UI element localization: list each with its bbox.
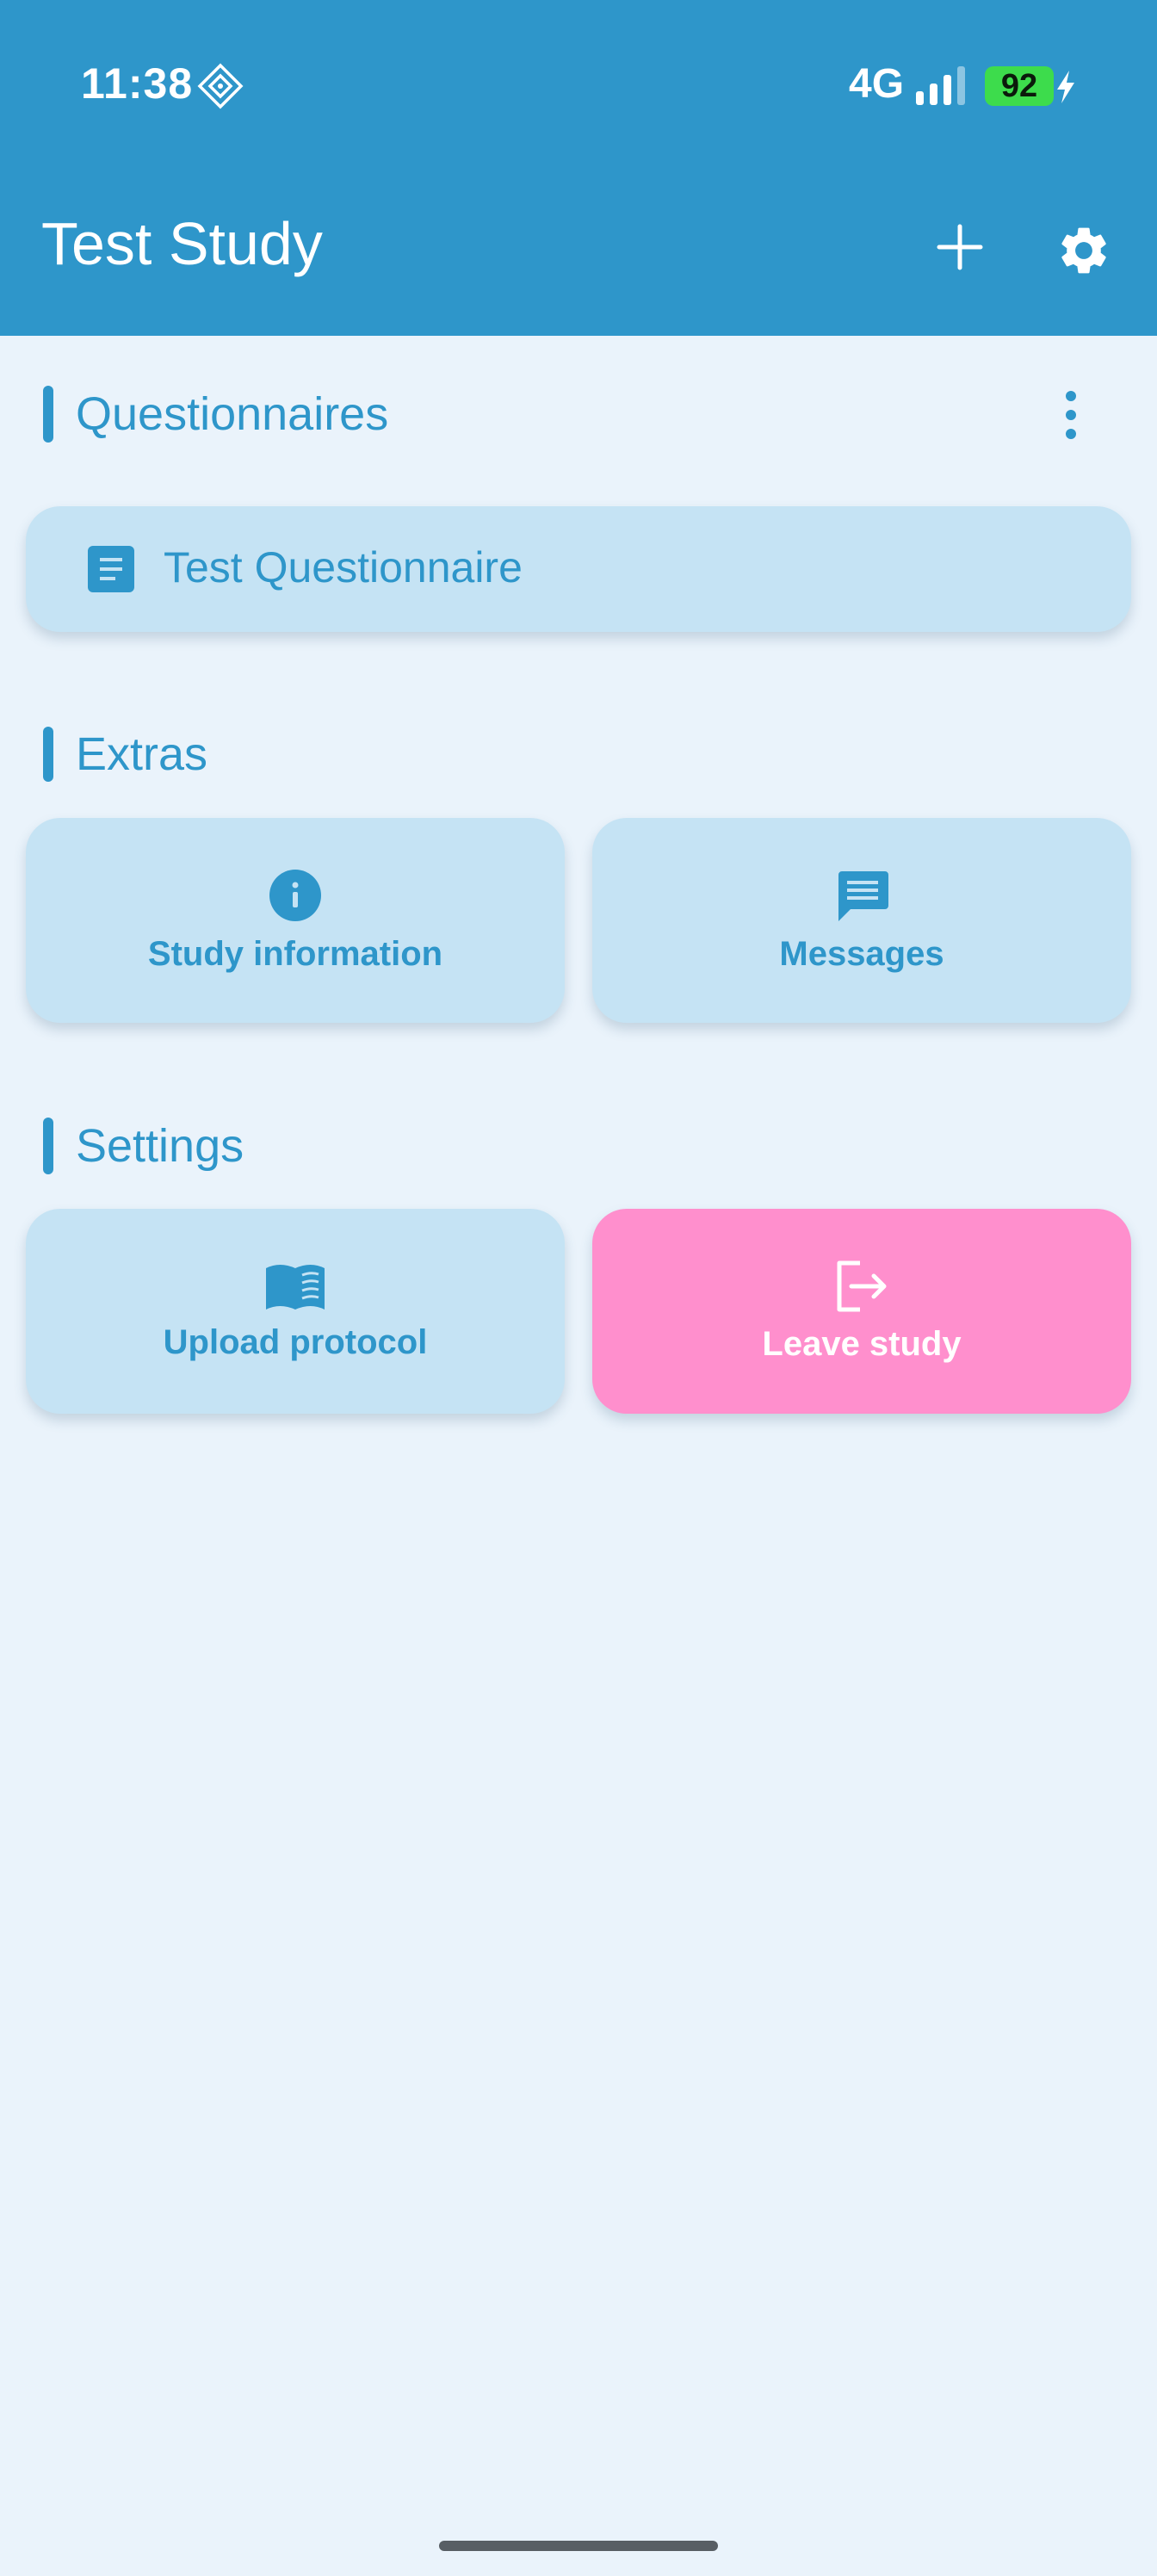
upload-protocol-button[interactable]: Upload protocol (26, 1209, 565, 1414)
home-indicator[interactable] (439, 2541, 718, 2551)
section-accent (43, 727, 53, 782)
status-time: 11:38 (81, 59, 194, 108)
book-icon (266, 1264, 325, 1310)
tile-label: Upload protocol (163, 1322, 428, 1361)
add-icon[interactable] (933, 220, 987, 274)
section-title-questionnaires: Questionnaires (76, 388, 389, 440)
study-information-button[interactable]: Study information (26, 818, 565, 1023)
settings-icon[interactable] (1055, 222, 1112, 279)
more-options-icon[interactable] (1054, 384, 1088, 446)
app-header: 11:38 4G 92 Test Study (0, 0, 1157, 336)
tile-label: Leave study (762, 1324, 962, 1363)
section-accent (43, 386, 53, 443)
battery-level: 92 (1000, 67, 1038, 104)
charging-icon (1057, 71, 1074, 103)
section-accent (43, 1118, 53, 1174)
section-title-extras: Extras (76, 728, 208, 780)
page-title: Test Study (41, 210, 323, 277)
leave-study-button[interactable]: Leave study (592, 1209, 1131, 1414)
tile-label: Messages (779, 934, 944, 973)
messages-button[interactable]: Messages (592, 818, 1131, 1023)
signal-icon (916, 66, 965, 105)
section-title-settings: Settings (76, 1120, 244, 1172)
network-type: 4G (849, 61, 905, 107)
diamond-icon (197, 63, 244, 109)
tile-label: Study information (147, 934, 443, 973)
exit-icon (837, 1260, 887, 1311)
questionnaire-label: Test Questionnaire (164, 543, 523, 591)
info-icon (269, 869, 321, 921)
message-icon (838, 870, 888, 921)
document-icon (88, 546, 134, 592)
battery-indicator: 92 (985, 66, 1054, 106)
questionnaire-item[interactable]: Test Questionnaire (26, 506, 1131, 632)
